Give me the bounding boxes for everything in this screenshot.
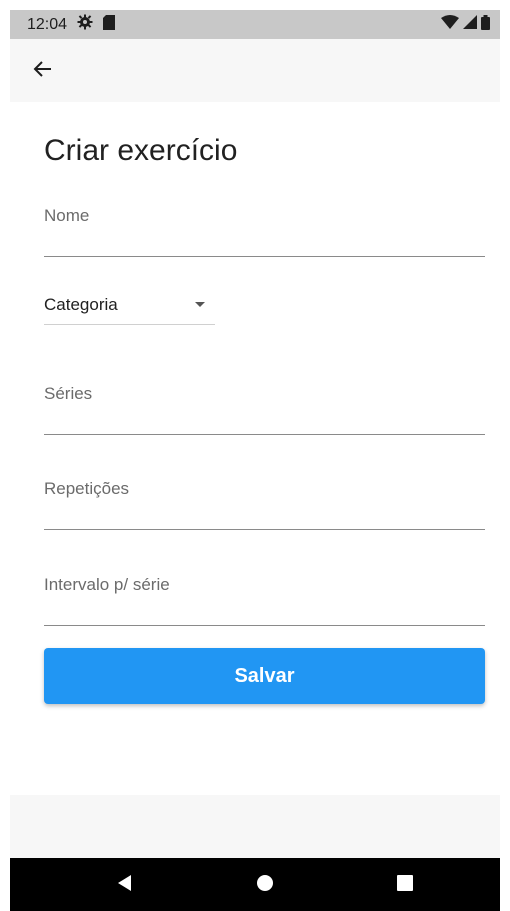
series-input[interactable] (44, 384, 489, 436)
interval-input[interactable] (44, 575, 489, 627)
nav-back-button[interactable] (112, 872, 138, 898)
name-field[interactable]: Nome (44, 206, 489, 258)
arrow-drop-down-icon (195, 302, 205, 307)
home-circle-icon (256, 874, 274, 897)
battery-icon (481, 14, 490, 35)
name-input[interactable] (44, 206, 489, 258)
nav-home-button[interactable] (252, 872, 278, 898)
back-button[interactable] (28, 57, 56, 85)
series-field[interactable]: Séries (44, 384, 489, 436)
back-triangle-icon (117, 874, 133, 897)
signal-icon (463, 15, 477, 34)
app-bar (10, 39, 500, 102)
recents-square-icon (397, 874, 413, 896)
arrow-back-icon (32, 60, 52, 83)
page-title: Criar exercício (44, 134, 238, 167)
status-time: 12:04 (27, 15, 68, 33)
interval-field[interactable]: Intervalo p/ série (44, 575, 489, 627)
screen: 12:04 Criar exercício Nome Categoria Sér… (0, 0, 510, 911)
repetitions-field[interactable]: Repetições (44, 479, 489, 531)
status-bar: 12:04 (10, 10, 500, 39)
category-dropdown-label: Categoria (44, 295, 118, 314)
save-button[interactable]: Salvar (44, 648, 485, 704)
sd-card-icon (103, 14, 116, 35)
bottom-panel (10, 795, 500, 858)
repetitions-input[interactable] (44, 479, 489, 531)
gear-icon (77, 14, 93, 35)
category-dropdown[interactable]: Categoria (44, 292, 215, 325)
wifi-icon (441, 15, 459, 34)
navigation-bar (10, 858, 500, 911)
nav-recents-button[interactable] (392, 872, 418, 898)
